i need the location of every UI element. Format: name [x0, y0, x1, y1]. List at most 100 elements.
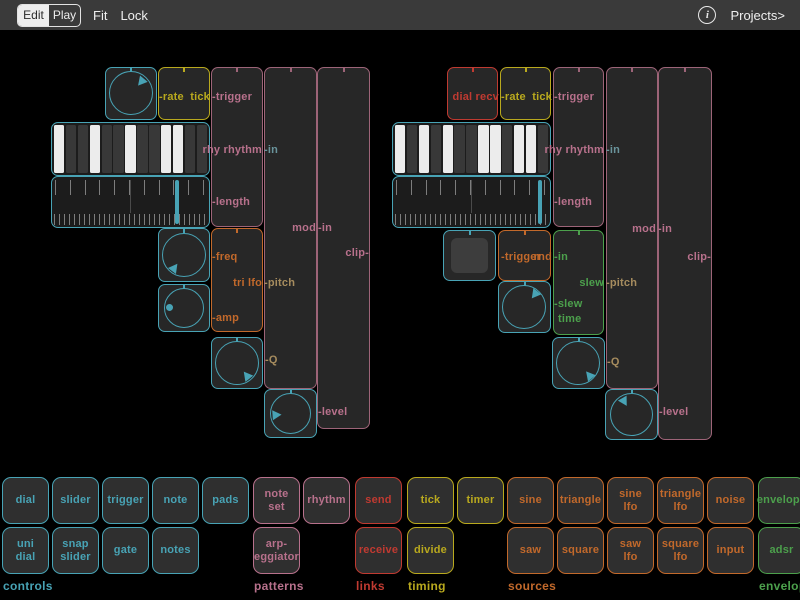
- palette-item-receive[interactable]: receive: [355, 527, 402, 574]
- palette-item-slider[interactable]: slider: [52, 477, 99, 524]
- key-dark[interactable]: [78, 125, 88, 173]
- palette-item-uni-dial[interactable]: uni dial: [2, 527, 49, 574]
- key-white[interactable]: [90, 125, 100, 173]
- key-white[interactable]: [395, 125, 405, 173]
- key-white[interactable]: [490, 125, 500, 173]
- key-white[interactable]: [161, 125, 171, 173]
- palette-item-note-set[interactable]: note set: [253, 477, 300, 524]
- port-label-text: -level: [318, 406, 347, 418]
- key-white[interactable]: [419, 125, 429, 173]
- palette-item-saw[interactable]: saw: [507, 527, 554, 574]
- fit-button[interactable]: Fit: [93, 8, 107, 23]
- palette-item-dial[interactable]: dial: [2, 477, 49, 524]
- module-dial-amp[interactable]: [158, 284, 210, 332]
- palette-item-square[interactable]: square: [557, 527, 604, 574]
- key-dark[interactable]: [149, 125, 159, 173]
- key-white[interactable]: [54, 125, 64, 173]
- patch-canvas[interactable]: -ratetick-triggerrhy rhythm-in-length-fr…: [0, 30, 800, 470]
- palette-item-gate[interactable]: gate: [102, 527, 149, 574]
- palette-item-note[interactable]: note: [152, 477, 199, 524]
- key-dark[interactable]: [431, 125, 441, 173]
- palette-item-rhythm[interactable]: rhythm: [303, 477, 350, 524]
- palette-item-saw-lfo[interactable]: saw lfo: [607, 527, 654, 574]
- palette-item-trigger[interactable]: trigger: [102, 477, 149, 524]
- play-button[interactable]: Play: [49, 5, 80, 26]
- port-notch: [525, 67, 527, 72]
- palette-item-timer[interactable]: timer: [457, 477, 504, 524]
- module-dial-level-2[interactable]: [605, 389, 658, 440]
- projects-button[interactable]: Projects>: [730, 8, 785, 23]
- palette-item-sine[interactable]: sine: [507, 477, 554, 524]
- trigger-pad[interactable]: [451, 238, 488, 273]
- key-white[interactable]: [514, 125, 524, 173]
- key-white[interactable]: [443, 125, 453, 173]
- ruler-tick-fine: [450, 214, 451, 225]
- key-dark[interactable]: [66, 125, 76, 173]
- module-dial-q[interactable]: [211, 337, 263, 389]
- port-notch: [578, 67, 580, 72]
- key-dark[interactable]: [102, 125, 112, 173]
- key-white[interactable]: [173, 125, 183, 173]
- palette-item-adsr[interactable]: adsr: [758, 527, 800, 574]
- port-label-text: -trigger: [212, 91, 252, 103]
- key-dark[interactable]: [185, 125, 195, 173]
- palette-category-links: links: [356, 579, 385, 593]
- ruler-tick-fine: [515, 214, 516, 225]
- key-dark[interactable]: [502, 125, 512, 173]
- palette-item-tick[interactable]: tick: [407, 477, 454, 524]
- key-white[interactable]: [125, 125, 135, 173]
- lock-button[interactable]: Lock: [120, 8, 147, 23]
- palette-item-snap-slider[interactable]: snap slider: [52, 527, 99, 574]
- key-dark[interactable]: [137, 125, 147, 173]
- ruler-tick: [529, 180, 530, 195]
- dial-ring: [215, 341, 259, 385]
- ruler-tick-fine: [530, 214, 531, 225]
- module-dial-rate[interactable]: [105, 67, 157, 120]
- ruler-tick-fine: [179, 214, 180, 225]
- palette-item-pads[interactable]: pads: [202, 477, 249, 524]
- module-dial-slew-time[interactable]: [498, 281, 551, 333]
- ruler-tick-fine: [420, 214, 421, 225]
- info-icon[interactable]: i: [698, 6, 716, 24]
- palette-item-triangle-lfo[interactable]: triangle lfo: [657, 477, 704, 524]
- ruler-cursor[interactable]: [175, 180, 179, 224]
- port-label-text: -in: [658, 223, 672, 235]
- port-label-text: -length: [212, 196, 250, 208]
- module-length-ruler-2[interactable]: [392, 176, 551, 228]
- module-dial-level[interactable]: [264, 389, 317, 438]
- palette-item-notes[interactable]: notes: [152, 527, 199, 574]
- module-keyboard-2[interactable]: [392, 122, 551, 176]
- key-white[interactable]: [526, 125, 536, 173]
- ruler-tick-fine: [465, 214, 466, 225]
- ruler-tick: [114, 180, 115, 195]
- module-dial-freq[interactable]: [158, 228, 210, 282]
- palette-item-sine-lfo[interactable]: sine lfo: [607, 477, 654, 524]
- palette-item-send[interactable]: send: [355, 477, 402, 524]
- ruler-tick-fine: [520, 214, 521, 225]
- ruler-tick-fine: [395, 214, 396, 225]
- edit-button[interactable]: Edit: [18, 5, 49, 26]
- port-label-text: -pitch: [264, 277, 295, 289]
- key-dark[interactable]: [113, 125, 123, 173]
- module-dial-q-2[interactable]: [552, 337, 605, 389]
- key-dark[interactable]: [407, 125, 417, 173]
- palette-item-triangle[interactable]: triangle: [557, 477, 604, 524]
- ruler-tick: [203, 180, 204, 195]
- keyboard-keys[interactable]: [54, 125, 207, 173]
- key-white[interactable]: [478, 125, 488, 173]
- module-keyboard[interactable]: [51, 122, 210, 176]
- palette-item-arp-eggiator[interactable]: arp- eggiator: [253, 527, 300, 574]
- palette-item-noise[interactable]: noise: [707, 477, 754, 524]
- port-label-text: slew: [579, 277, 604, 289]
- keyboard-keys[interactable]: [395, 125, 548, 173]
- ruler-cursor[interactable]: [538, 180, 542, 224]
- palette-item-envelope[interactable]: envelope: [758, 477, 800, 524]
- module-length-ruler[interactable]: [51, 176, 210, 228]
- palette-item-square-lfo[interactable]: square lfo: [657, 527, 704, 574]
- key-dark[interactable]: [454, 125, 464, 173]
- module-trigger-button[interactable]: [443, 230, 496, 281]
- palette-item-input[interactable]: input: [707, 527, 754, 574]
- ruler-tick-fine: [535, 214, 536, 225]
- palette-item-divide[interactable]: divide: [407, 527, 454, 574]
- key-dark[interactable]: [466, 125, 476, 173]
